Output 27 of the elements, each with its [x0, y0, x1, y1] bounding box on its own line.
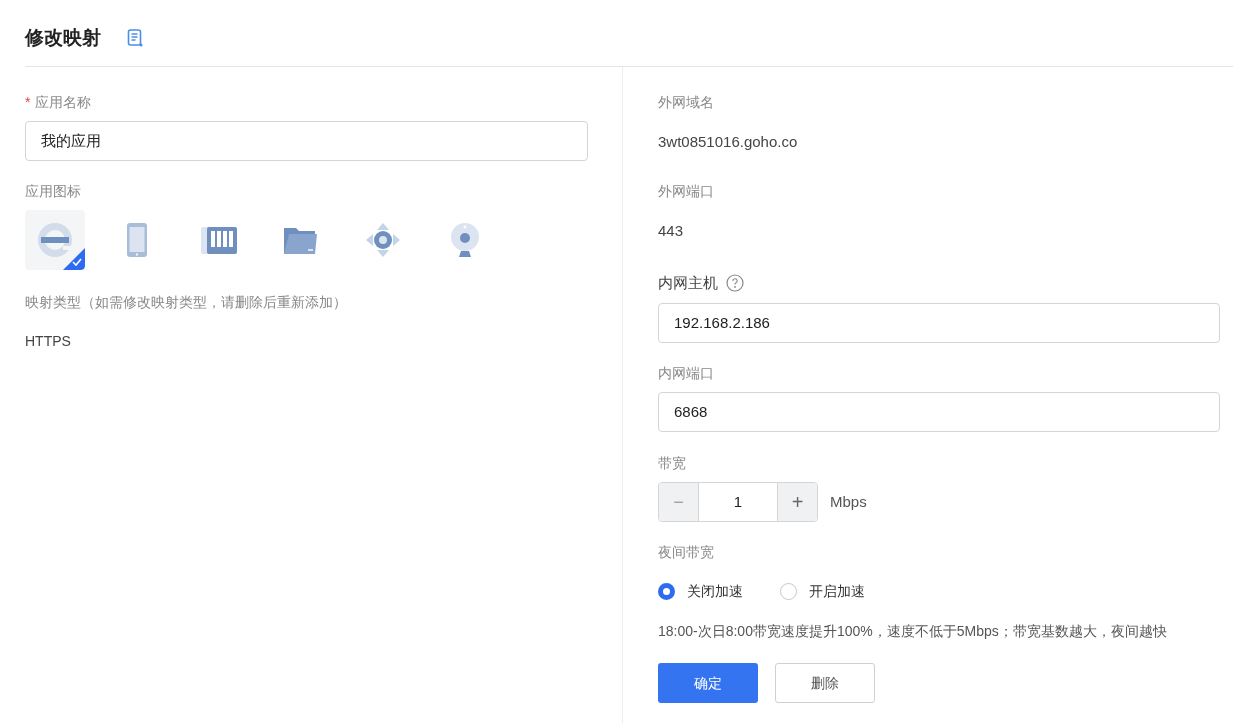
help-icon[interactable] — [726, 274, 744, 292]
domain-value: 3wt0851016.goho.co — [658, 132, 799, 151]
field-label: 映射类型（如需修改映射类型，请删除后重新添加） — [25, 293, 348, 312]
confirm-button[interactable]: 确定 — [658, 663, 758, 703]
field-label: 外网端口 — [658, 182, 715, 201]
field-label: 内网端口 — [658, 364, 715, 383]
port-value: 443 — [658, 221, 685, 240]
field-label: 外网域名 — [658, 93, 715, 112]
radio-button[interactable] — [658, 582, 675, 600]
field-label: 夜间带宽 — [658, 543, 715, 562]
radio-label[interactable]: 关闭加速 — [687, 580, 743, 602]
unit-label: Mbps — [830, 491, 867, 512]
host-input[interactable]: 192.168.2.186 — [658, 303, 1220, 343]
radio-button[interactable] — [780, 582, 797, 600]
port-input[interactable]: 6868 — [658, 392, 1220, 432]
app-name-input[interactable]: 我的应用 — [25, 121, 588, 161]
field-label: 内网主机 — [658, 272, 718, 293]
document-icon[interactable] — [127, 29, 143, 47]
delete-button[interactable]: 删除 — [775, 663, 875, 703]
required-mark: * — [25, 92, 31, 112]
field-label: 应用名称 — [35, 92, 92, 112]
field-label: 带宽 — [658, 454, 687, 473]
field-label: 应用图标 — [25, 182, 82, 201]
page-title: 修改映射 — [25, 25, 101, 50]
night-bandwidth-note: 18:00-次日8:00带宽速度提升100%，速度不低于5Mbps；带宽基数越大，夜间越快 — [658, 622, 1168, 641]
mapping-type-value: HTTPS — [25, 332, 72, 351]
radio-label[interactable]: 开启加速 — [809, 580, 865, 602]
